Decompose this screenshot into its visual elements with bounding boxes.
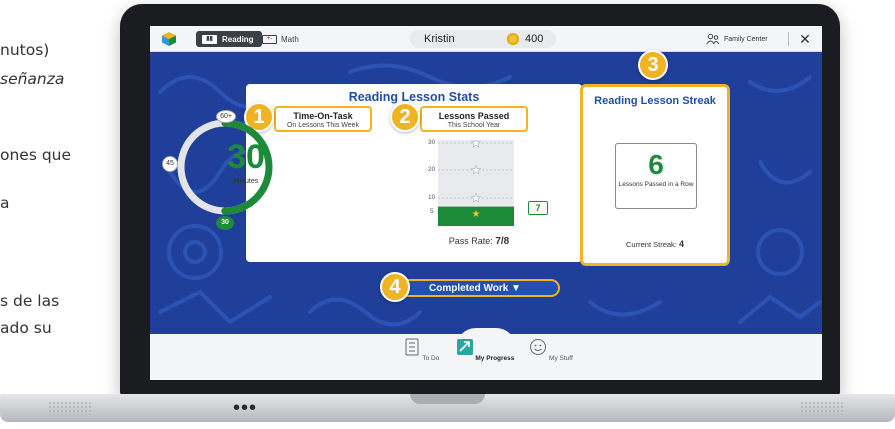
axis-label: 5 (430, 208, 434, 215)
math-icon: +- (262, 34, 277, 44)
family-center-label: Family Center (724, 35, 768, 43)
lessons-passed-value: 7 (528, 201, 548, 215)
close-button[interactable]: ✕ (796, 29, 814, 49)
slide-text-line: ones que (0, 146, 72, 164)
streak-label: Lessons Passed in a Row (618, 181, 694, 188)
pass-rate: Pass Rate: 7/8 (424, 236, 534, 247)
laptop-notch (410, 394, 485, 404)
badge-3: 3 (638, 50, 668, 80)
slide-text-line: a (0, 194, 10, 212)
completed-work-button[interactable]: Completed Work ▼ (390, 279, 560, 297)
current-streak-label: Current Streak: (626, 240, 677, 249)
current-streak: Current Streak: 4 (583, 239, 727, 249)
axis-label: 10 (428, 194, 436, 201)
coin-count: 400 (525, 33, 544, 45)
coin-icon (507, 33, 519, 45)
pass-rate-value: 7/8 (495, 236, 510, 247)
svg-text:★: ★ (471, 140, 482, 150)
slide-text-line: señanza (0, 70, 65, 88)
streak-box: 6 Lessons Passed in a Row (615, 143, 697, 209)
streak-value: 6 (648, 149, 664, 180)
axis-label: 30 (428, 139, 436, 146)
streak-title: Reading Lesson Streak (594, 95, 716, 107)
minutes-value: 30 (227, 138, 265, 176)
nav-my-stuff[interactable]: My Stuff (516, 338, 586, 362)
stats-title: Reading Lesson Stats (348, 90, 480, 104)
tab-math-label: Math (281, 34, 299, 44)
speaker-grill (800, 401, 844, 415)
svg-text:★: ★ (472, 209, 481, 220)
gauge-tick-top: 60+ (216, 110, 236, 123)
slide-text-line: ado su (0, 319, 52, 337)
time-on-task-chip: Time-On-Task On Lessons This Week (274, 106, 372, 132)
checklist-icon (405, 338, 419, 356)
nav-my-stuff-label: My Stuff (549, 355, 573, 362)
lessons-passed-sub: This School Year (447, 122, 501, 129)
progress-icon (456, 339, 473, 355)
laptop-dots-icon: ••• (233, 397, 258, 419)
pass-rate-label: Pass Rate: (448, 236, 493, 246)
lessons-bar-chart: ★ ★ ★ ★ (438, 140, 514, 226)
current-streak-value: 4 (678, 239, 684, 249)
tab-reading-label: Reading (222, 34, 254, 44)
minutes-label: Minutes (233, 178, 259, 185)
smiley-icon (530, 339, 547, 355)
speaker-grill (48, 401, 92, 415)
axis-label: 20 (428, 166, 436, 173)
nav-my-progress[interactable]: My Progress (450, 338, 520, 362)
nav-to-do[interactable]: To Do (386, 338, 456, 362)
book-icon: ▮▮ (202, 34, 217, 44)
slide-page: nutos) señanza ones que a s de las ado s… (0, 0, 895, 429)
svg-text:★: ★ (471, 191, 482, 205)
tab-reading[interactable]: ▮▮ Reading (196, 31, 262, 47)
cube-logo-icon[interactable] (161, 31, 177, 47)
app-screen: ▮▮ Reading +- Math Kristin 400 Family Ce… (150, 26, 822, 380)
time-on-task-title: Time-On-Task (293, 111, 353, 121)
family-icon (706, 33, 720, 45)
time-on-task-sub: On Lessons This Week (286, 122, 360, 129)
tab-math[interactable]: +- Math (260, 31, 307, 47)
gauge-tick-bottom: 30 (216, 216, 234, 230)
user-pill: Kristin 400 (410, 30, 556, 48)
nav-my-progress-label: My Progress (475, 355, 515, 362)
gauge-tick-left: 45 (162, 156, 178, 172)
slide-text-line: s de las (0, 292, 60, 310)
reading-lesson-streak-card: Reading Lesson Streak 6 Lessons Passed i… (580, 84, 730, 266)
user-name: Kristin (424, 33, 455, 45)
slide-text-line: nutos) (0, 41, 50, 59)
top-bar: ▮▮ Reading +- Math Kristin 400 Family Ce… (150, 26, 822, 52)
badge-4: 4 (380, 272, 410, 302)
family-center-button[interactable]: Family Center (706, 31, 768, 47)
lessons-passed-chip: Lessons Passed This School Year (420, 106, 528, 132)
nav-to-do-label: To Do (422, 355, 440, 362)
lessons-passed-title: Lessons Passed (438, 111, 510, 121)
divider (788, 32, 789, 46)
badge-2: 2 (390, 102, 420, 132)
svg-text:★: ★ (471, 163, 482, 177)
bottom-nav: To Do My Progress My Stuff (150, 328, 822, 380)
slide-text: nutos) señanza ones que a s de las ado s… (0, 0, 130, 429)
